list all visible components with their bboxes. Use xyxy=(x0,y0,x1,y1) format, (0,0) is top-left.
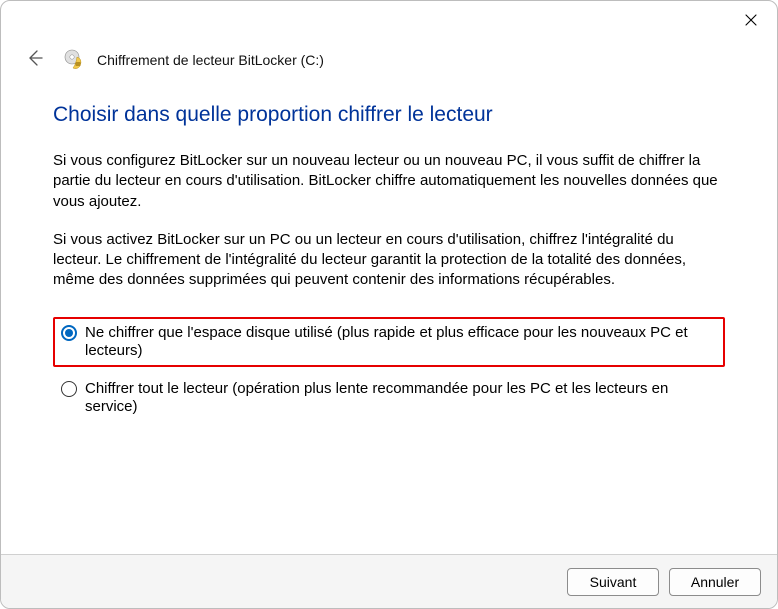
close-icon xyxy=(745,13,757,30)
intro-paragraph-1: Si vous configurez BitLocker sur un nouv… xyxy=(53,151,725,212)
option-encrypt-entire-drive[interactable]: Chiffrer tout le lecteur (opération plus… xyxy=(53,373,725,423)
header-row: Chiffrement de lecteur BitLocker (C:) xyxy=(1,49,777,71)
close-button[interactable] xyxy=(737,7,765,35)
breadcrumb: Chiffrement de lecteur BitLocker (C:) xyxy=(97,52,324,68)
footer: Suivant Annuler xyxy=(1,554,777,608)
bitlocker-drive-icon xyxy=(63,49,85,71)
cancel-button[interactable]: Annuler xyxy=(669,568,761,596)
encryption-options: Ne chiffrer que l'espace disque utilisé … xyxy=(53,317,725,423)
back-button[interactable] xyxy=(23,49,45,71)
titlebar xyxy=(1,1,777,37)
radio-icon xyxy=(61,325,77,341)
option-label: Ne chiffrer que l'espace disque utilisé … xyxy=(85,324,717,360)
radio-icon xyxy=(61,381,77,397)
next-button[interactable]: Suivant xyxy=(567,568,659,596)
page-title: Choisir dans quelle proportion chiffrer … xyxy=(53,103,725,127)
option-encrypt-used-space[interactable]: Ne chiffrer que l'espace disque utilisé … xyxy=(53,317,725,367)
content-area: Choisir dans quelle proportion chiffrer … xyxy=(1,103,777,423)
option-label: Chiffrer tout le lecteur (opération plus… xyxy=(85,380,717,416)
back-arrow-icon xyxy=(25,49,43,71)
intro-paragraph-2: Si vous activez BitLocker sur un PC ou u… xyxy=(53,230,725,291)
bitlocker-wizard-window: Chiffrement de lecteur BitLocker (C:) Ch… xyxy=(0,0,778,609)
